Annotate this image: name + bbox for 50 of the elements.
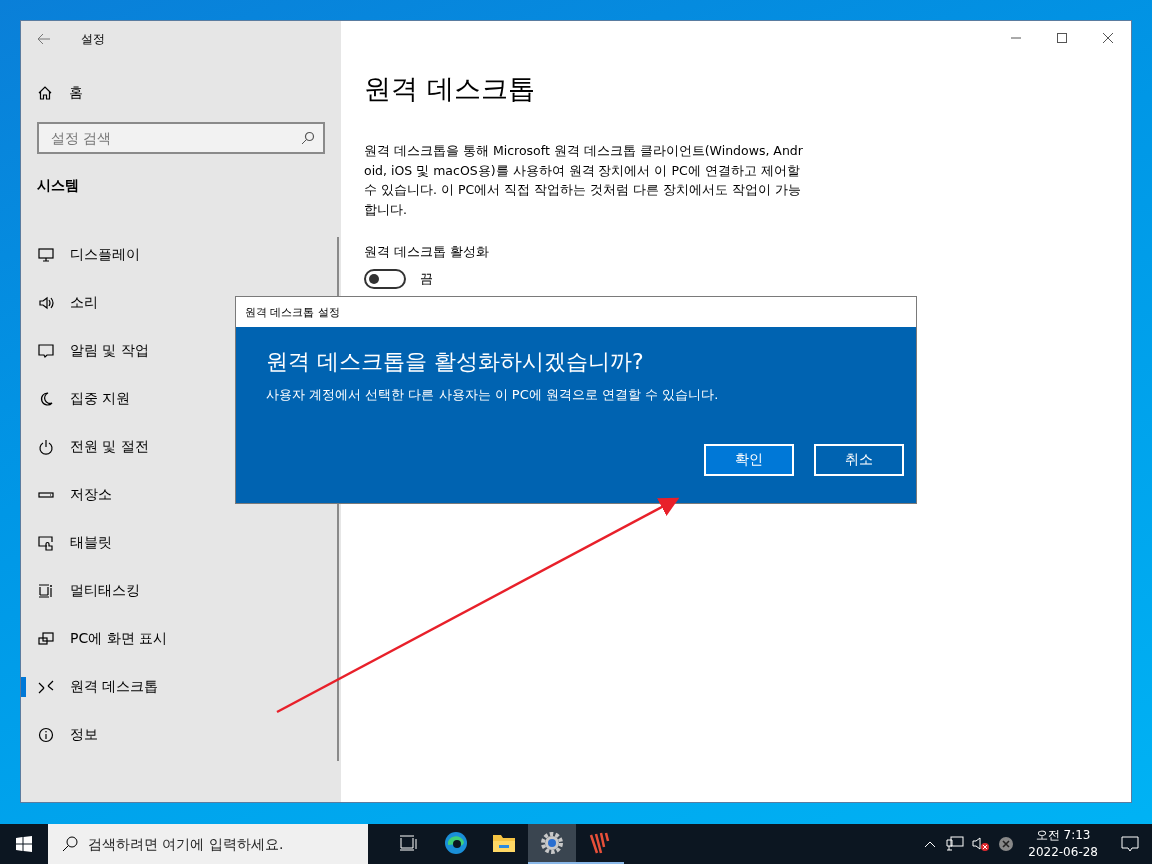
window-title: 설정 [81,30,105,48]
search-field[interactable]: 설정 검색 [37,122,325,154]
sidebar-item[interactable]: 저장소 [70,486,112,504]
dialog-button[interactable]: 취소 [814,444,904,476]
windows-logo-icon [16,836,32,852]
remote-icon [38,679,54,695]
sidebar-item[interactable]: 알림 및 작업 [70,342,149,360]
toggle-label: 원격 데스크톱 활성화 [364,243,491,261]
multitask-icon [38,583,54,599]
dialog-title: 원격 데스크톱 설정 [245,304,340,320]
stripes-app-icon [588,831,612,855]
task-view-icon [399,835,417,851]
notify-icon [38,343,54,359]
display-icon [38,247,54,263]
taskbar-app-button[interactable] [528,824,576,864]
close-icon [1103,33,1113,43]
dialog-button[interactable]: 확인 [704,444,794,476]
home-icon[interactable] [37,85,53,101]
sound-icon [38,295,54,311]
sidebar-item[interactable]: 태블릿 [70,534,112,552]
section-heading: 시스템 [37,177,79,195]
dialog-message: 사용자 계정에서 선택한 다른 사용자는 이 PC에 원격으로 연결할 수 있습니다. [266,386,720,404]
project-icon [38,631,54,647]
sidebar-item[interactable]: 정보 [70,726,98,744]
page-title: 원격 데스크톱 [364,72,536,106]
sidebar-item[interactable]: 집중 지원 [70,390,131,408]
toggle-switch[interactable] [364,269,406,289]
maximize-icon [1057,33,1067,43]
taskbar-search-field[interactable]: 검색하려면 여기에 입력하세요. [48,824,368,864]
browser-icon [444,831,468,855]
description-text: 원격 데스크톱을 통해 Microsoft 원격 데스크톱 클라이언트(Windows, Android, iOS 및 macOS용)를 사용하여 원격 장치에서 이 PC에 연결하고 제어할 수 있습니다. 이 PC에서 직접 작업하는 것처럼 다른 장치에서도 작업이 가능합니다. [364,142,804,219]
clock[interactable]: 오전 7:13 2022-06-28 [1018,827,1108,861]
info-icon [38,727,54,743]
toggle-state: 끔 [420,270,433,288]
sidebar-item[interactable]: 디스플레이 [70,246,140,264]
gear-icon [540,831,564,855]
sidebar-item[interactable]: 원격 데스크톱 [70,678,159,696]
home-link[interactable]: 홈 [69,84,83,102]
sidebar-item[interactable]: 소리 [70,294,98,312]
folder-icon [492,833,516,853]
tablet-icon [38,535,54,551]
sidebar-item[interactable]: PC에 화면 표시 [70,630,168,648]
sidebar-item[interactable]: 전원 및 절전 [70,438,149,456]
moon-icon [38,391,54,407]
search-icon [301,131,315,145]
back-arrow-icon[interactable] [37,33,51,45]
sidebar-item[interactable]: 멀티태스킹 [70,582,140,600]
search-icon [62,836,78,852]
dialog-heading: 원격 데스크톱을 활성화하시겠습니까? [266,348,645,376]
power-icon [38,439,54,455]
